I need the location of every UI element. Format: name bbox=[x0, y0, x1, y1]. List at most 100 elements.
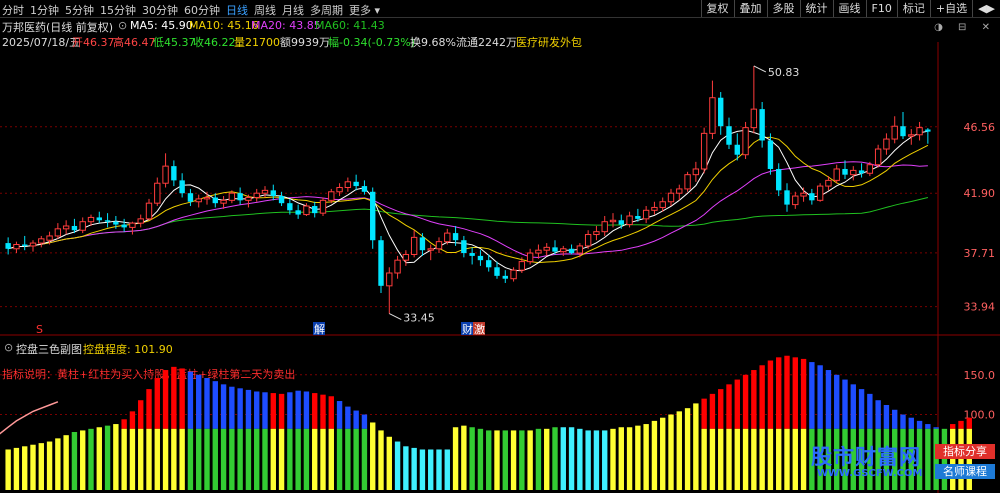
candle-body bbox=[419, 237, 426, 251]
marker-cai: 财 bbox=[462, 322, 473, 336]
candle-body bbox=[593, 231, 600, 236]
indicator-bar-base bbox=[237, 428, 243, 490]
indicator-bar-base bbox=[162, 428, 169, 490]
indicator-bar bbox=[121, 419, 127, 429]
indicator-bar bbox=[494, 430, 500, 490]
indicator-bar-base bbox=[800, 428, 807, 490]
candle-body bbox=[469, 253, 475, 256]
indicator-bar bbox=[411, 447, 417, 490]
candle-body bbox=[684, 174, 691, 190]
indicator-bar bbox=[676, 411, 682, 490]
candle-body bbox=[759, 109, 765, 141]
indicator-bar-base bbox=[718, 428, 724, 490]
candle-body bbox=[535, 249, 542, 254]
indicator-bar bbox=[834, 374, 840, 429]
indicator-bar bbox=[900, 414, 906, 429]
indicator-bar bbox=[660, 417, 666, 490]
badge-indicator-share[interactable]: 指标分享 bbox=[935, 444, 995, 459]
indicator-bar bbox=[842, 379, 848, 429]
candle-body bbox=[776, 168, 782, 191]
badge-courses[interactable]: 名师课程 bbox=[935, 464, 995, 479]
candle-body bbox=[237, 193, 243, 201]
indicator-bar bbox=[212, 381, 218, 429]
candle-body bbox=[87, 216, 95, 223]
indicator-bar bbox=[361, 414, 368, 429]
candle-body bbox=[361, 186, 368, 192]
indicator-bar bbox=[138, 400, 144, 429]
indicator-bar bbox=[71, 432, 78, 490]
indicator-bar bbox=[378, 430, 384, 490]
candle-body bbox=[245, 196, 252, 201]
indicator-bar-base bbox=[171, 428, 177, 490]
indicator-bar bbox=[643, 424, 649, 490]
candle-body bbox=[486, 260, 492, 268]
candle-body bbox=[850, 169, 857, 176]
indicator-bar-base bbox=[254, 428, 260, 490]
indicator-bar bbox=[958, 420, 964, 429]
indicator-bar bbox=[875, 400, 881, 429]
candle-body bbox=[494, 267, 500, 276]
candle-body bbox=[883, 138, 890, 150]
candle-body bbox=[568, 248, 575, 254]
candle-body bbox=[303, 205, 310, 216]
candle-body bbox=[908, 134, 915, 137]
candle-body bbox=[692, 168, 700, 176]
candle-body bbox=[618, 220, 624, 225]
watermark-url: WWW.GSCFW.COM bbox=[817, 468, 923, 479]
candle-body bbox=[203, 196, 211, 200]
indicator-bar-base bbox=[361, 428, 368, 490]
indicator-bar bbox=[892, 409, 898, 429]
indicator-bar bbox=[38, 443, 44, 490]
indicator-bar-base bbox=[196, 428, 202, 490]
candle-body bbox=[584, 234, 592, 247]
indicator-bar bbox=[278, 393, 285, 429]
indicator-bar bbox=[345, 406, 351, 429]
candle-body bbox=[278, 196, 285, 204]
indicator-tick-0: 150.0 bbox=[964, 369, 996, 382]
indicator-bar bbox=[593, 430, 600, 490]
indicator-bar bbox=[908, 417, 914, 429]
candle-body bbox=[552, 247, 558, 252]
indicator-bar bbox=[560, 427, 566, 490]
low-annotation: 33.45 bbox=[403, 312, 435, 325]
candle-body bbox=[179, 180, 185, 194]
candle-body bbox=[816, 185, 824, 201]
indicator-bar-base bbox=[245, 428, 252, 490]
candle-body bbox=[287, 203, 293, 211]
indicator-bar bbox=[718, 389, 724, 429]
candle-body bbox=[676, 188, 683, 194]
indicator-bar bbox=[850, 384, 856, 429]
indicator-bar bbox=[626, 427, 633, 490]
chart-canvas[interactable]: 46.5641.9037.7133.9450.8333.45S 解财激150.01… bbox=[0, 0, 1000, 493]
candle-body bbox=[312, 206, 318, 214]
price-tick-0: 46.56 bbox=[964, 121, 996, 134]
indicator-bar bbox=[386, 436, 392, 490]
indicator-bar bbox=[544, 428, 550, 490]
candle-body bbox=[925, 129, 931, 132]
indicator-bar bbox=[469, 427, 475, 490]
indicator-bar bbox=[800, 358, 807, 429]
indicator-bar bbox=[196, 374, 202, 429]
indicator-bar bbox=[204, 377, 210, 429]
candle-body bbox=[858, 170, 865, 174]
indicator-bar bbox=[452, 427, 459, 490]
candle-body bbox=[5, 243, 11, 249]
candle-body bbox=[452, 233, 459, 241]
indicator-bar bbox=[55, 438, 61, 490]
price-tick-3: 33.94 bbox=[964, 301, 996, 314]
candle-body bbox=[344, 181, 352, 189]
candle-body bbox=[270, 190, 276, 197]
indicator-bar-base bbox=[154, 428, 160, 490]
indicator-lead-line bbox=[0, 401, 59, 435]
indicator-bar bbox=[883, 404, 890, 429]
indicator-bar bbox=[966, 417, 972, 429]
indicator-bar bbox=[527, 430, 533, 490]
indicator-bar bbox=[950, 424, 956, 429]
candle-body bbox=[104, 220, 111, 222]
indicator-bar bbox=[13, 447, 20, 490]
indicator-bar-base bbox=[742, 428, 749, 490]
candle-body bbox=[295, 210, 301, 215]
indicator-bar bbox=[262, 392, 268, 429]
candle-body bbox=[718, 97, 724, 127]
indicator-bar bbox=[925, 424, 931, 429]
